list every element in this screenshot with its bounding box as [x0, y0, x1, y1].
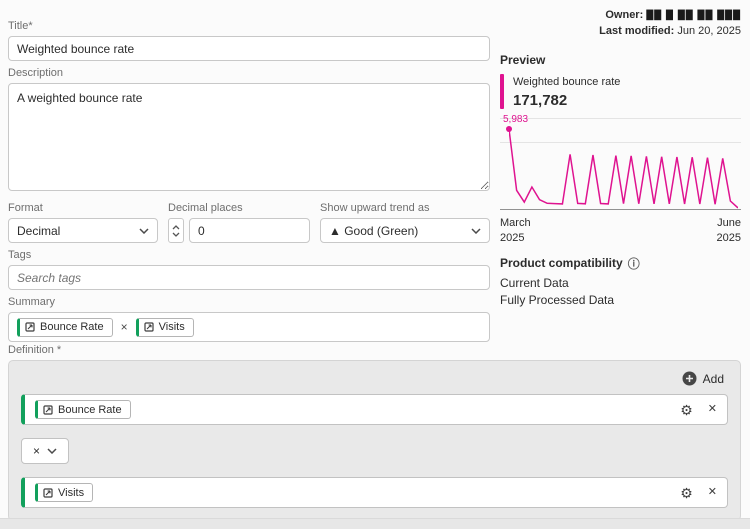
metric-icon	[144, 322, 154, 332]
axis-start-year: 2025	[500, 232, 525, 244]
axis-end-year: 2025	[716, 232, 741, 244]
axis-end-month: June	[717, 217, 741, 229]
definition-panel: Add Bounce Rate ⚙ ✕ × Visits ⚙ ✕	[8, 360, 741, 521]
description-label: Description	[8, 67, 64, 79]
definition-section: Definition * Add Bounce Rate ⚙ ✕ × Visit…	[8, 344, 741, 521]
stepper-up-icon	[172, 224, 180, 229]
page-bottom-strip	[0, 518, 750, 529]
metric-chip-label: Visits	[58, 486, 85, 499]
chart-x-axis: March 2025 June 2025	[500, 216, 741, 246]
info-icon[interactable]: ⓘ	[628, 258, 640, 270]
owner-label: Owner:	[605, 9, 644, 21]
decimal-places-label: Decimal places	[168, 202, 243, 214]
definition-label: Definition *	[8, 344, 62, 356]
metric-chip-label: Bounce Rate	[58, 403, 122, 416]
settings-gear-icon[interactable]: ⚙	[680, 403, 693, 417]
stepper-down-icon	[172, 232, 180, 237]
summary-chip-bounce-rate[interactable]: Bounce Rate	[17, 317, 113, 337]
operator-value: ×	[32, 444, 40, 458]
summary-chip-label: Bounce Rate	[40, 321, 104, 333]
metric-icon	[43, 487, 53, 498]
owner-value: ██ █ ██ ██ ███	[646, 11, 741, 21]
product-compatibility: Product compatibility ⓘ Current Data Ful…	[500, 255, 741, 309]
trend-select[interactable]: ▲ Good (Green)	[320, 218, 490, 243]
summary-chip-visits[interactable]: Visits	[135, 317, 194, 337]
tags-label: Tags	[8, 249, 32, 261]
format-label: Format	[8, 202, 43, 214]
compatibility-heading: Product compatibility	[500, 256, 623, 270]
title-label: Title*	[8, 20, 33, 32]
trend-value: ▲ Good (Green)	[329, 223, 419, 238]
metric-icon	[43, 404, 53, 415]
definition-row-bounce-rate[interactable]: Bounce Rate ⚙ ✕	[21, 394, 728, 425]
last-modified-label: Last modified:	[599, 25, 675, 37]
chevron-down-icon	[139, 227, 149, 234]
remove-row-icon[interactable]: ✕	[708, 487, 717, 498]
operator-select[interactable]: ×	[21, 438, 69, 464]
chevron-down-icon	[471, 227, 481, 234]
preview-card: Weighted bounce rate 171,782 5,983 March	[500, 74, 741, 246]
compatibility-item: Fully Processed Data	[500, 293, 615, 307]
compatibility-item: Current Data	[500, 276, 569, 290]
decimal-stepper[interactable]	[168, 218, 184, 243]
metric-chip-visits[interactable]: Visits	[35, 483, 94, 502]
remove-row-icon[interactable]: ✕	[708, 404, 717, 415]
chevron-down-icon	[47, 448, 57, 454]
preview-sparkline-chart: 5,983	[500, 114, 741, 210]
preview-column: Owner: ██ █ ██ ██ ███ Last modified: Jun…	[500, 8, 741, 309]
description-input[interactable]: A weighted bounce rate	[8, 83, 490, 191]
summary-box: Bounce Rate × Visits	[8, 312, 490, 342]
title-input[interactable]	[8, 36, 490, 61]
summary-chip-label: Visits	[158, 321, 185, 333]
summary-label: Summary	[8, 296, 56, 308]
sparkline-svg	[509, 121, 738, 209]
preview-metric-title: Weighted bounce rate	[513, 76, 621, 88]
preview-heading: Preview	[500, 53, 546, 67]
last-modified-line: Last modified: Jun 20, 2025	[500, 24, 741, 39]
preview-metric-value: 171,782	[513, 92, 568, 109]
tags-input[interactable]	[8, 265, 490, 290]
data-point-dot	[506, 126, 512, 133]
add-button[interactable]: Add	[678, 369, 728, 388]
add-icon	[682, 371, 697, 386]
summary-operator: ×	[120, 320, 128, 334]
metric-chip-bounce-rate[interactable]: Bounce Rate	[35, 400, 131, 419]
trend-label: Show upward trend as	[320, 202, 430, 214]
decimal-places-input[interactable]	[189, 218, 310, 243]
definition-row-visits[interactable]: Visits ⚙ ✕	[21, 477, 728, 508]
owner-line: Owner: ██ █ ██ ██ ███	[500, 8, 741, 24]
format-value: Decimal	[17, 223, 61, 238]
format-select[interactable]: Decimal	[8, 218, 158, 243]
metric-form: Title* Description A weighted bounce rat…	[8, 20, 490, 348]
axis-start-month: March	[500, 217, 531, 229]
metric-icon	[25, 322, 35, 332]
data-point-label: 5,983	[503, 114, 529, 126]
metric-accent-bar	[500, 74, 504, 109]
last-modified-value: Jun 20, 2025	[677, 25, 741, 37]
add-button-label: Add	[702, 371, 724, 386]
settings-gear-icon[interactable]: ⚙	[680, 486, 693, 500]
